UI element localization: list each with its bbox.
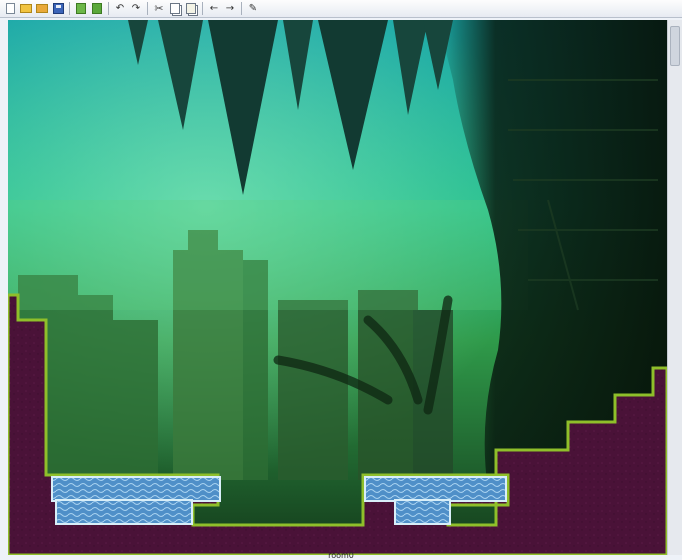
pencil-icon[interactable]: ✎ [246,2,260,16]
arrow-left-icon[interactable]: ← [207,2,221,16]
import-icon[interactable] [90,2,104,16]
cut-icon[interactable]: ✂ [152,2,166,16]
redo-icon[interactable]: ↷ [129,2,143,16]
vertical-scrollbar[interactable] [667,20,682,555]
toolbar-separator [69,2,70,15]
open-recent-icon[interactable] [35,2,49,16]
copy-icon[interactable] [168,2,182,16]
toolbar-separator [147,2,148,15]
toolbar-separator [241,2,242,15]
undo-icon[interactable]: ↶ [113,2,127,16]
toolbar-separator [108,2,109,15]
arrow-right-icon[interactable]: → [223,2,237,16]
room-canvas[interactable] [8,20,667,555]
room-name-label: room0 [328,552,354,560]
export-icon[interactable] [74,2,88,16]
fog-layer [8,200,528,310]
editor-toolbar: ↶ ↷ ✂ ← → ✎ [0,0,682,18]
toolbar-separator [202,2,203,15]
new-document-icon[interactable] [3,2,17,16]
paste-icon[interactable] [184,2,198,16]
floppy-save-icon[interactable] [51,2,65,16]
open-folder-icon[interactable] [19,2,33,16]
scrollbar-thumb[interactable] [670,26,680,66]
